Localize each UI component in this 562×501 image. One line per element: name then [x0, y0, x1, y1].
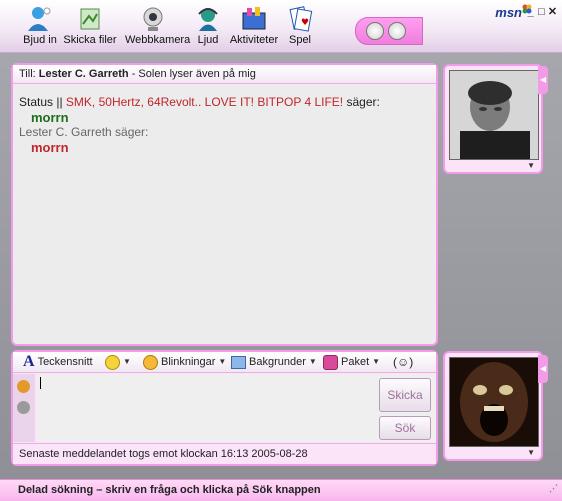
font-icon: A [23, 353, 35, 370]
compose-panel: A Teckensnitt ▼ Blinkningar ▼ Bakgrunder… [11, 350, 438, 466]
maximize-icon[interactable]: □ [536, 6, 547, 18]
expand-tab-top[interactable]: ◀ [538, 66, 548, 94]
pack-icon [323, 354, 338, 370]
send-files-label: Skicka filer [63, 34, 117, 46]
chevron-down-icon: ▼ [218, 357, 227, 366]
expand-tab-bottom[interactable]: ◀ [538, 355, 548, 383]
contact-display-picture-panel: ▼ [443, 64, 543, 174]
own-display-picture-panel: ▼ [443, 351, 543, 461]
shared-search-bar[interactable]: Delad sökning – skriv en fråga och klick… [0, 479, 562, 501]
invite-label: Bjud in [23, 34, 57, 46]
compose-side-tools [13, 374, 35, 442]
says-label: säger: [111, 125, 149, 139]
packs-label: Paket [341, 356, 370, 368]
shared-search-text: Delad sökning – skriv en fråga och klick… [18, 484, 321, 496]
wink-icon [143, 354, 158, 370]
invite-button[interactable]: Bjud in [12, 4, 68, 46]
smiley-icon [105, 354, 120, 370]
quick-actions-tab [355, 17, 423, 45]
winks-button[interactable]: Blinkningar ▼ [143, 352, 226, 372]
games-label: Spel [288, 34, 312, 46]
message-text: morrn [31, 140, 69, 155]
message-input[interactable] [37, 374, 375, 442]
webcam-icon [143, 7, 163, 31]
last-message-status: Senaste meddelandet togs emot klockan 16… [13, 443, 436, 464]
games-button[interactable]: ♥ Spel [272, 4, 328, 46]
send-button[interactable]: Skicka [379, 378, 431, 412]
format-toolbar: A Teckensnitt ▼ Blinkningar ▼ Bakgrunder… [13, 352, 436, 373]
search-button[interactable]: Sök [379, 416, 431, 440]
sender-prefix: Status || [19, 95, 66, 109]
resize-grip-icon[interactable]: ⋰ [549, 478, 558, 498]
emoticon-button[interactable]: ▼ [105, 352, 131, 372]
backgrounds-button[interactable]: Bakgrunder ▼ [231, 352, 317, 372]
text-cursor [40, 377, 41, 389]
font-label: Teckensnitt [37, 356, 93, 368]
audio-icon [198, 8, 218, 31]
webcam-button[interactable]: Webbkamera [125, 4, 191, 46]
minimize-icon[interactable]: _ [525, 6, 536, 18]
nudge-button[interactable]: (☺) [393, 352, 413, 372]
handwriting-icon[interactable] [17, 380, 30, 393]
to-header: Till: Lester C. Garreth - Solen lyser äv… [13, 65, 436, 84]
close-icon[interactable]: ✕ [547, 5, 558, 18]
conversation-panel: Till: Lester C. Garreth - Solen lyser äv… [11, 63, 438, 346]
webcam-label: Webbkamera [125, 34, 191, 46]
block-icon[interactable] [366, 22, 384, 40]
packs-button[interactable]: Paket ▼ [323, 352, 380, 372]
nudge-face-icon: (☺) [393, 355, 414, 369]
message-header: Status || SMK, 50Hertz, 64Revolt.. LOVE … [19, 95, 430, 110]
toolbar: Bjud in Skicka filer Webbkamera Ljud Akt… [0, 0, 562, 53]
send-files-button[interactable]: Skicka filer [62, 4, 118, 46]
message-text: morrn [31, 110, 69, 125]
message-history[interactable]: Status || SMK, 50Hertz, 64Revolt.. LOVE … [13, 85, 436, 344]
voice-clip-icon[interactable] [17, 401, 30, 414]
svg-text:♥: ♥ [301, 18, 309, 28]
own-display-picture[interactable] [449, 357, 539, 447]
messenger-window: Bjud in Skicka filer Webbkamera Ljud Akt… [0, 0, 562, 501]
send-files-icon [80, 8, 100, 30]
msn-logo: msn [495, 5, 522, 20]
sender-name: Lester C. Garreth [19, 125, 112, 139]
backgrounds-label: Bakgrunder [249, 356, 306, 368]
chevron-down-icon[interactable]: ▼ [527, 161, 535, 170]
winks-label: Blinkningar [161, 356, 216, 368]
chevron-left-icon: ◀ [540, 364, 547, 373]
contact-name: Lester C. Garreth [38, 68, 129, 80]
chevron-down-icon: ▼ [372, 357, 381, 366]
to-prefix: Till: [19, 68, 36, 80]
sender-name: SMK, 50Hertz, 64Revolt.. LOVE IT! BITPOP… [65, 95, 344, 109]
activities-icon [242, 7, 266, 30]
chevron-down-icon: ▼ [123, 357, 131, 366]
message-header: Lester C. Garreth säger: [19, 125, 430, 140]
says-label: säger: [343, 95, 380, 109]
contact-display-picture[interactable] [449, 70, 539, 160]
contact-personal-message: - Solen lyser även på mig [131, 68, 256, 80]
chevron-down-icon[interactable]: ▼ [527, 448, 535, 457]
chevron-left-icon: ◀ [540, 75, 547, 84]
window-controls: _ □ ✕ [525, 5, 558, 18]
font-button[interactable]: A Teckensnitt [23, 352, 93, 372]
chevron-down-icon: ▼ [308, 357, 317, 366]
background-icon [231, 355, 246, 369]
invite-buddy-icon [28, 7, 51, 31]
games-icon: ♥ [289, 6, 313, 32]
nudge-icon[interactable] [388, 22, 406, 40]
compose-buttons: Skicka Sök [375, 374, 436, 442]
